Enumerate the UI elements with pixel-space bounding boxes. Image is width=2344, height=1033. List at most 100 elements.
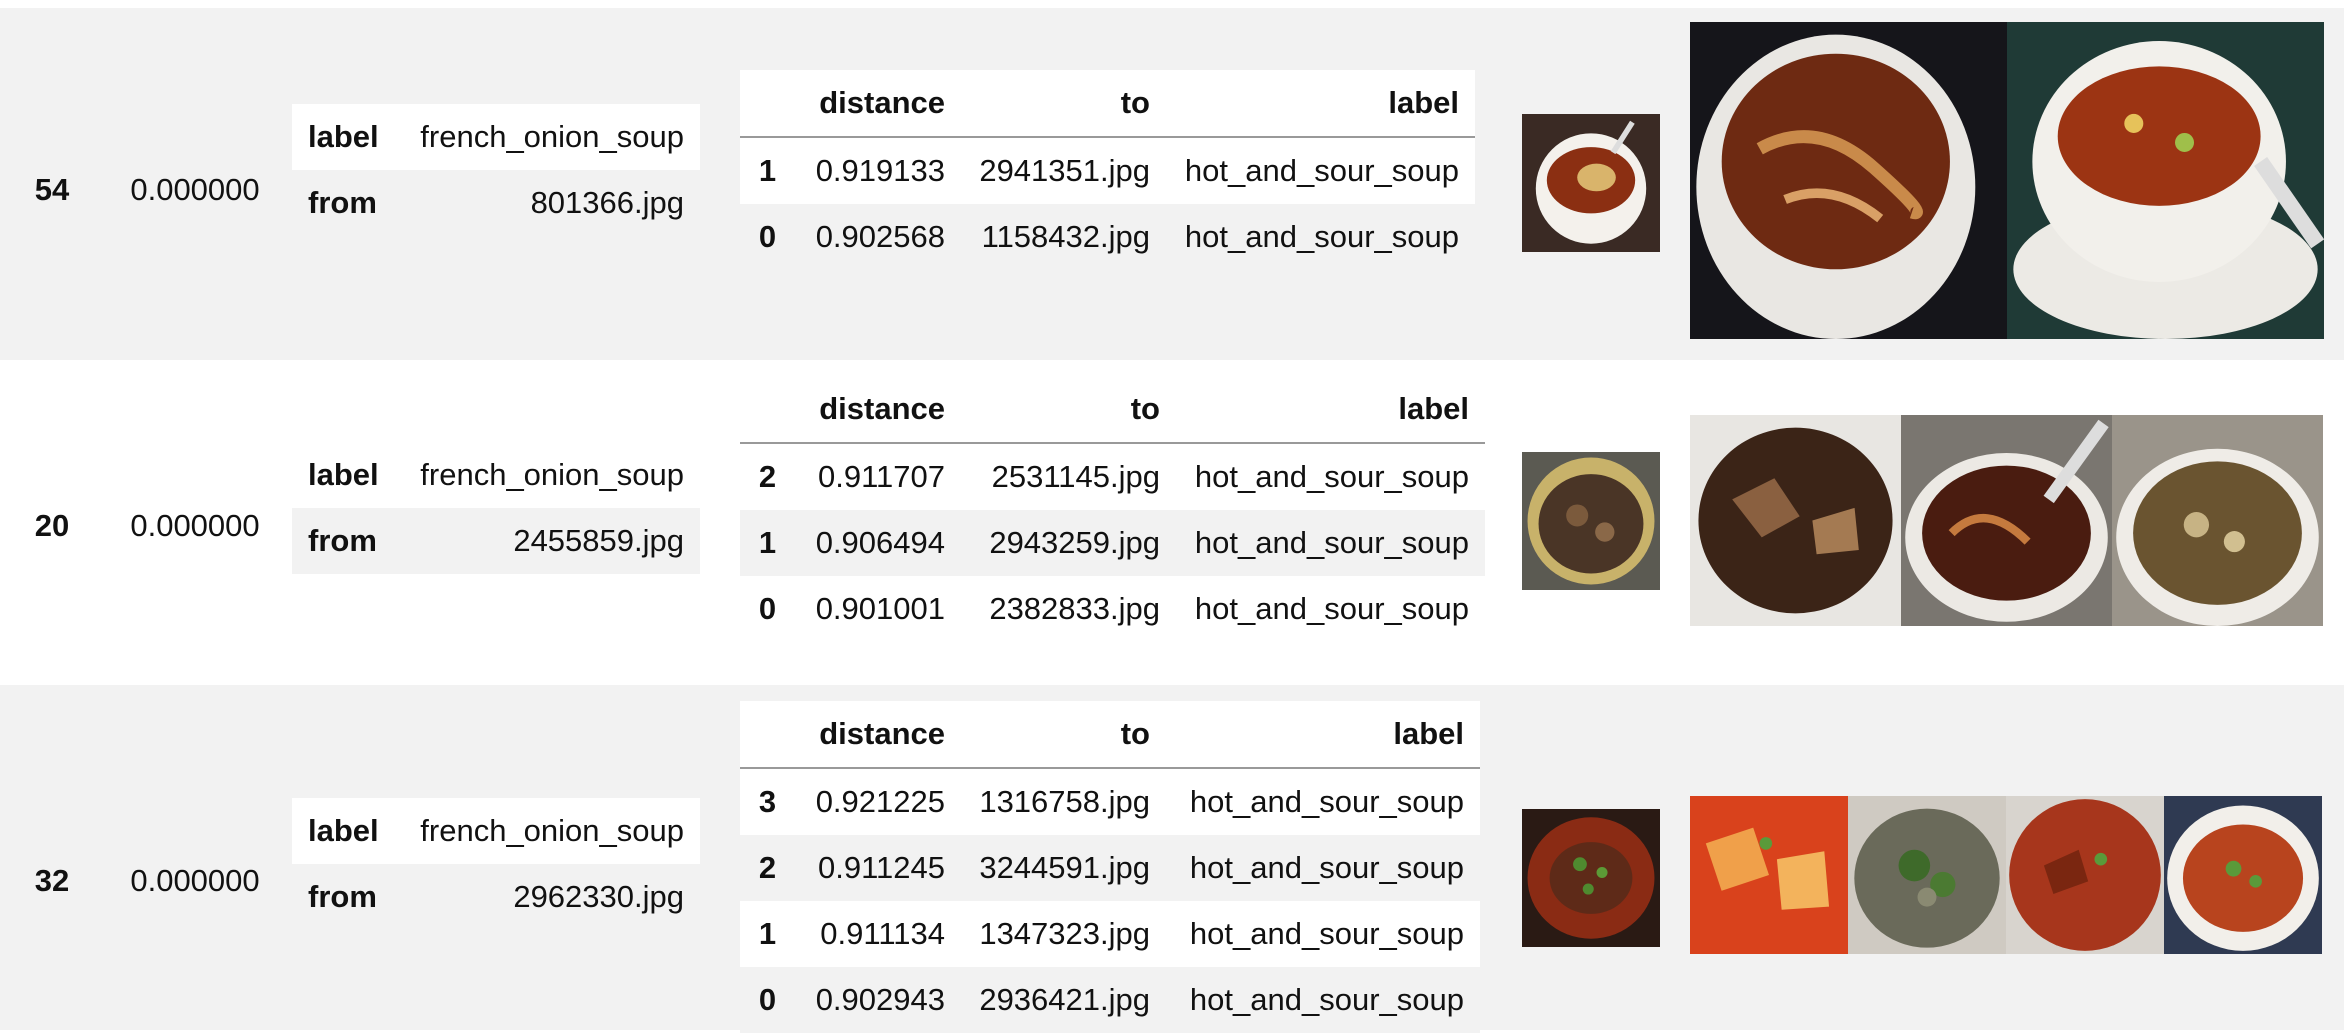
neighbors-table: distance to label 3 0.921225 1316758.jpg… <box>740 701 1480 1033</box>
neighbor-distance: 0.911245 <box>818 850 945 885</box>
query-label-key: label <box>308 813 379 848</box>
neighbor-label: hot_and_sour_soup <box>1189 916 1464 951</box>
query-thumbnail <box>1522 809 1660 947</box>
soup-photo-icon <box>1522 809 1660 947</box>
neighbor-gallery <box>1690 796 2322 954</box>
neighbors-table: distance to label 1 0.919133 2941351.jpg… <box>740 70 1475 270</box>
neighbor-row: 1 0.906494 2943259.jpg hot_and_sour_soup <box>740 510 1485 576</box>
query-label-value: french_onion_soup <box>420 813 684 848</box>
neighbor-photo <box>1848 796 2006 954</box>
query-label-row: label french_onion_soup <box>292 442 700 508</box>
col-distance-header: distance <box>819 85 945 120</box>
row-index: 32 <box>34 863 70 898</box>
neighbor-index: 1 <box>758 525 777 560</box>
neighbor-file: 1347323.jpg <box>979 916 1150 951</box>
col-to-header: to <box>1120 85 1150 120</box>
neighbor-file: 3244591.jpg <box>979 850 1150 885</box>
query-thumbnail <box>1522 452 1660 590</box>
query-from-row: from 2455859.jpg <box>292 508 700 574</box>
soup-photo-icon <box>1690 796 1848 954</box>
results-table: 54 0.000000 label french_onion_soup from… <box>0 0 2344 1033</box>
table-row: 20 0.000000 label french_onion_soup from… <box>0 360 2344 685</box>
neighbor-label: hot_and_sour_soup <box>1184 219 1459 254</box>
neighbor-distance: 0.902943 <box>815 982 945 1017</box>
neighbor-label: hot_and_sour_soup <box>1189 784 1464 819</box>
neighbors-header: distance to label <box>740 701 1480 769</box>
query-info-table: label french_onion_soup from 2455859.jpg <box>292 442 700 574</box>
neighbor-file: 1316758.jpg <box>979 784 1150 819</box>
neighbor-distance: 0.906494 <box>815 525 945 560</box>
col-label-header: label <box>1388 85 1459 120</box>
col-label-header: label <box>1393 716 1464 751</box>
neighbor-label: hot_and_sour_soup <box>1189 982 1464 1017</box>
neighbor-file: 2941351.jpg <box>979 153 1150 188</box>
neighbor-row: 2 0.911707 2531145.jpg hot_and_sour_soup <box>740 444 1485 510</box>
neighbor-row: 1 0.911134 1347323.jpg hot_and_sour_soup <box>740 901 1480 967</box>
soup-photo-icon <box>2112 415 2323 626</box>
neighbor-label: hot_and_sour_soup <box>1194 525 1469 560</box>
neighbor-distance: 0.919133 <box>815 153 945 188</box>
col-to-header: to <box>1120 716 1150 751</box>
row-index: 54 <box>34 172 70 207</box>
neighbor-index: 0 <box>758 982 777 1017</box>
row-score: 0.000000 <box>130 508 260 543</box>
neighbor-photo <box>1901 415 2112 626</box>
neighbor-photo <box>1690 415 1901 626</box>
query-label-key: label <box>308 457 379 492</box>
neighbor-file: 1158432.jpg <box>981 219 1150 254</box>
query-from-key: from <box>308 523 377 558</box>
soup-photo-icon <box>1522 114 1660 252</box>
neighbors-table: distance to label 2 0.911707 2531145.jpg… <box>740 376 1485 642</box>
neighbor-distance: 0.902568 <box>815 219 945 254</box>
row-score: 0.000000 <box>130 863 260 898</box>
row-index: 20 <box>34 508 70 543</box>
neighbor-row: 1 0.919133 2941351.jpg hot_and_sour_soup <box>740 138 1475 204</box>
table-row: 32 0.000000 label french_onion_soup from… <box>0 685 2344 1033</box>
neighbor-photo <box>1690 22 2007 339</box>
col-label-header: label <box>1398 391 1469 426</box>
neighbor-photo <box>2164 796 2322 954</box>
query-from-value: 801366.jpg <box>530 185 684 220</box>
query-info-table: label french_onion_soup from 2962330.jpg <box>292 798 700 930</box>
neighbor-file: 2382833.jpg <box>989 591 1160 626</box>
neighbor-distance: 0.911134 <box>820 916 945 951</box>
neighbor-index: 0 <box>758 591 777 626</box>
neighbor-row: 2 0.911245 3244591.jpg hot_and_sour_soup <box>740 835 1480 901</box>
neighbor-index: 2 <box>758 459 777 494</box>
query-info-table: label french_onion_soup from 801366.jpg <box>292 104 700 236</box>
query-from-row: from 801366.jpg <box>292 170 700 236</box>
query-label-row: label french_onion_soup <box>292 798 700 864</box>
neighbor-file: 2936421.jpg <box>979 982 1150 1017</box>
neighbor-distance: 0.901001 <box>815 591 945 626</box>
neighbor-file: 2943259.jpg <box>989 525 1160 560</box>
neighbor-row: 0 0.901001 2382833.jpg hot_and_sour_soup <box>740 576 1485 642</box>
query-label-value: french_onion_soup <box>420 457 684 492</box>
col-distance-header: distance <box>819 391 945 426</box>
neighbor-photo <box>2006 796 2164 954</box>
neighbor-label: hot_and_sour_soup <box>1194 591 1469 626</box>
neighbor-file: 2531145.jpg <box>991 459 1160 494</box>
col-to-header: to <box>1130 391 1160 426</box>
query-label-row: label french_onion_soup <box>292 104 700 170</box>
query-from-row: from 2962330.jpg <box>292 864 700 930</box>
soup-photo-icon <box>1690 415 1901 626</box>
neighbor-index: 2 <box>758 850 777 885</box>
neighbor-index: 0 <box>758 219 777 254</box>
neighbor-row: 3 0.921225 1316758.jpg hot_and_sour_soup <box>740 769 1480 835</box>
neighbor-label: hot_and_sour_soup <box>1189 850 1464 885</box>
soup-photo-icon <box>1901 415 2112 626</box>
query-from-key: from <box>308 185 377 220</box>
query-from-value: 2962330.jpg <box>513 879 684 914</box>
neighbor-gallery <box>1690 22 2324 339</box>
neighbor-index: 3 <box>758 784 777 819</box>
soup-photo-icon <box>1522 452 1660 590</box>
query-label-value: french_onion_soup <box>420 119 684 154</box>
neighbor-gallery <box>1690 415 2323 626</box>
row-score: 0.000000 <box>130 172 260 207</box>
neighbor-index: 1 <box>758 153 777 188</box>
soup-photo-icon <box>2164 796 2322 954</box>
neighbor-row: 0 0.902568 1158432.jpg hot_and_sour_soup <box>740 204 1475 270</box>
neighbors-header: distance to label <box>740 376 1485 444</box>
neighbor-label: hot_and_sour_soup <box>1184 153 1459 188</box>
neighbor-photo <box>1690 796 1848 954</box>
